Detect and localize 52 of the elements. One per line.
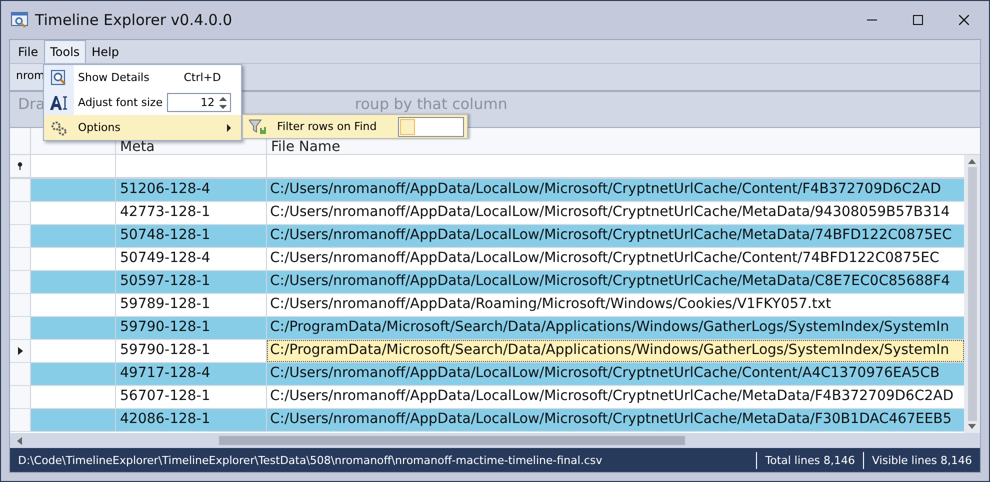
- gears-icon: [50, 120, 68, 136]
- total-lines: Total lines 8,146: [765, 454, 855, 466]
- table-cell-text: C:/Users/nromanoff/AppData/LocalLow/Microsoft/CryptnetUrlCache/Content/74BFD122C0875EC: [269, 249, 940, 268]
- menu-item-label: Filter rows on Find: [277, 120, 377, 133]
- horizontal-scrollbar[interactable]: [10, 433, 980, 448]
- table-cell: 50749-128-4: [116, 248, 267, 270]
- window-title: Timeline Explorer v0.4.0.0: [35, 11, 232, 29]
- filter-icon: [249, 118, 267, 134]
- file-path: D:\Code\TimelineExplorer\TimelineExplorer\TestData\508\nromanoff\nromanoff-mactime-timeline-final.csv: [18, 454, 602, 466]
- table-cell: 50597-128-1: [116, 271, 267, 293]
- filter-pin-icon: [17, 162, 23, 170]
- table-cell: 59790-128-1: [116, 317, 267, 339]
- table-cell: C:/Users/nromanoff/AppData/LocalLow/Microsoft/CryptnetUrlCache/MetaData/F30B1DAC467EEB5: [267, 409, 964, 431]
- table-cell-text: C:/Users/nromanoff/AppData/LocalLow/Microsoft/CryptnetUrlCache/MetaData/94308059B57B314: [269, 203, 951, 222]
- row-header[interactable]: [10, 340, 31, 362]
- table-cell: 42773-128-1: [116, 202, 267, 224]
- menu-item[interactable]: File: [12, 40, 44, 63]
- table-cell: 50748-128-1: [116, 225, 267, 247]
- table-cell: 49717-128-4: [116, 363, 267, 385]
- table-cell-text: C:/Users/nromanoff/AppData/LocalLow/Microsoft/CryptnetUrlCache/MetaData/F4B372709D6C2AD: [269, 387, 954, 406]
- table-cell: C:/Users/nromanoff/AppData/LocalLow/Microsoft/CryptnetUrlCache/Content/A4C1370976EA5CB: [267, 363, 964, 385]
- magnifier-icon: [51, 70, 67, 86]
- table-cell: C:/ProgramData/Microsoft/Search/Data/Applications/Windows/GatherLogs/SystemIndex/SystemIn: [267, 340, 964, 362]
- submenu-arrow-icon: [227, 124, 231, 132]
- close-icon[interactable]: [959, 15, 969, 25]
- table-cell: 59789-128-1: [116, 294, 267, 316]
- table-cell: C:/Users/nromanoff/AppData/LocalLow/Microsoft/CryptnetUrlCache/MetaData/C8E7EC0C85688F4: [267, 271, 964, 293]
- app-icon: [11, 12, 29, 28]
- table-cell-text: C:/Users/nromanoff/AppData/Roaming/Microsoft/Windows/Cookies/V1FKY057.txt: [269, 295, 832, 314]
- menu-item[interactable]: Adjust font size 12: [44, 90, 241, 115]
- menu-item[interactable]: Help: [86, 40, 126, 63]
- font-size-icon: [50, 94, 68, 110]
- table-cell: C:/Users/nromanoff/AppData/LocalLow/Microsoft/CryptnetUrlCache/Content/F4B372709D6C2AD: [267, 179, 964, 201]
- column-header[interactable]: Meta: [120, 139, 155, 154]
- maximize-icon[interactable]: [913, 15, 923, 25]
- group-hint: Dra: [17, 96, 45, 113]
- vertical-scrollbar[interactable]: [964, 155, 980, 433]
- menu-item[interactable]: Options: [44, 115, 241, 140]
- menu-item[interactable]: Tools: [44, 40, 86, 63]
- group-hint: roup by that column: [354, 96, 508, 113]
- font-size-spinner[interactable]: 12: [166, 93, 231, 112]
- scroll-down-icon[interactable]: [968, 424, 976, 429]
- scroll-up-icon[interactable]: [968, 159, 976, 164]
- column-header[interactable]: File Name: [271, 139, 340, 154]
- scroll-left-icon[interactable]: [17, 436, 22, 444]
- table-cell: 51206-128-4: [116, 179, 267, 201]
- visible-lines: Visible lines 8,146: [872, 454, 972, 466]
- toggle-switch[interactable]: [398, 116, 464, 136]
- table-cell: 56707-128-1: [116, 386, 267, 408]
- table-cell: C:/ProgramData/Microsoft/Search/Data/Applications/Windows/GatherLogs/SystemIndex/SystemIn: [267, 317, 964, 339]
- table-cell: C:/Users/nromanoff/AppData/LocalLow/Microsoft/CryptnetUrlCache/MetaData/74BFD122C0875EC: [267, 225, 964, 247]
- table-cell: 42086-128-1: [116, 409, 267, 431]
